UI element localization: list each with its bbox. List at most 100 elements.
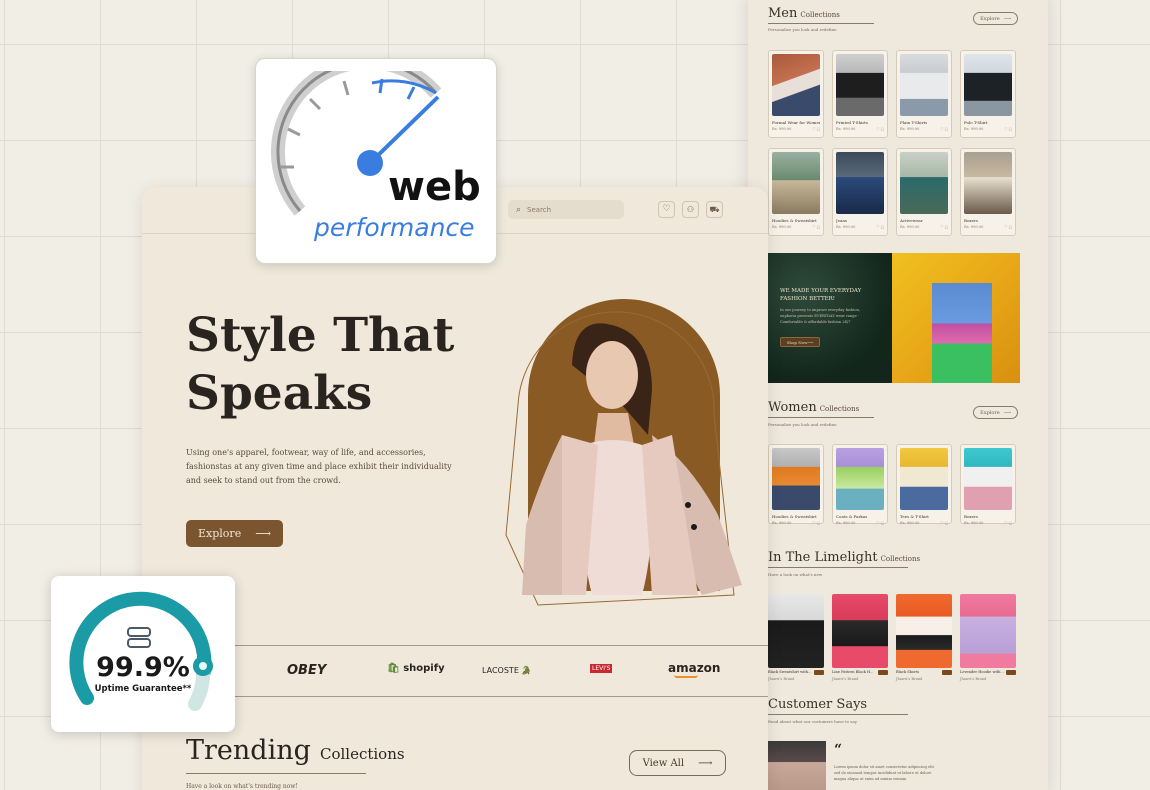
wishlist-icon[interactable]: ♡ ▢ (940, 521, 948, 525)
web-performance-card: web performance (255, 58, 497, 264)
hero-description: Using one's apparel, footwear, way of li… (186, 448, 426, 457)
product-photo (768, 594, 824, 668)
promo-banner: WE MADE YOUR EVERYDAY FASHION BETTER! In… (768, 253, 1020, 383)
product-card[interactable]: Boxers Rs. 999.00 ♡ ▢ (960, 444, 1016, 525)
product-photo (960, 594, 1016, 668)
search-icon: ⌕ (516, 204, 522, 215)
limelight-subtitle: Have a look on what's new (768, 572, 823, 577)
add-to-cart-button[interactable] (878, 670, 888, 675)
hero-title-2: Speaks (186, 366, 373, 421)
wishlist-icon[interactable]: ♡ ▢ (940, 127, 948, 131)
product-name: Levender Hoodie with... (960, 670, 1004, 674)
product-brand: Jhanvi's Brand (768, 677, 795, 681)
hero-title: Style That (186, 308, 455, 363)
product-name: Hoodies & Sweatshirt (772, 514, 817, 519)
wishlist-icon[interactable]: ♡ ▢ (1004, 225, 1012, 229)
product-card[interactable]: Activewear Rs. 999.00 ♡ ▢ (896, 148, 952, 236)
add-to-cart-button[interactable] (1006, 670, 1016, 675)
user-icon[interactable]: ⚇ (682, 201, 699, 218)
arrow-right-icon: ⟶ (698, 757, 713, 769)
shop-now-button[interactable]: Shop Now ⟶ (780, 337, 820, 347)
collections-panel: Men Collections Personalize you look and … (748, 0, 1048, 790)
add-to-cart-button[interactable] (942, 670, 952, 675)
product-card[interactable]: Polo T-Shirt Rs. 999.00 ♡ ▢ (960, 50, 1016, 138)
product-price: Rs. 999.00 (900, 521, 920, 525)
product-photo (836, 54, 884, 116)
brand-amazon: amazon (668, 661, 720, 678)
product-name: Black Shorts (896, 670, 920, 674)
cart-icon[interactable]: ⛟ (706, 201, 723, 218)
wishlist-icon[interactable]: ♡ ▢ (812, 521, 820, 525)
customer-subtitle: Read about what our customers have to sa… (768, 719, 857, 724)
women-explore-button[interactable]: Explore ⟶ (973, 406, 1018, 419)
product-price: Rs. 999.00 (964, 127, 984, 131)
product-card[interactable]: Formal Wear for Women Rs. 999.00 ♡ ▢ (768, 50, 824, 138)
product-card[interactable]: Line Pattern Black H... Jhanvi's Brand (832, 594, 888, 681)
product-photo (964, 152, 1012, 214)
product-photo (900, 54, 948, 116)
product-price: Rs. 999.00 (964, 225, 984, 229)
add-to-cart-button[interactable] (814, 670, 824, 675)
product-card[interactable]: Jeans Rs. 999.00 ♡ ▢ (832, 148, 888, 236)
product-card[interactable]: Tees & T-Shirt Rs. 999.00 ♡ ▢ (896, 444, 952, 525)
product-price: Rs. 999.00 (964, 521, 984, 525)
product-photo (964, 54, 1012, 116)
product-card[interactable]: Hoodies & Sweatshirt Rs. 999.00 ♡ ▢ (768, 148, 824, 236)
homepage-mockup: ⌕ Search ♡ ⚇ ⛟ Style That Speaks Using o… (142, 187, 768, 790)
web-label: web (388, 164, 481, 210)
uptime-value: 99.9% (96, 652, 190, 683)
banner-headline: WE MADE YOUR EVERYDAY (780, 288, 862, 294)
product-name: Hoodies & Sweatshirt (772, 218, 817, 223)
wishlist-icon[interactable]: ♡ ▢ (1004, 521, 1012, 525)
product-card[interactable]: Black Shorts Jhanvi's Brand (896, 594, 952, 681)
arrow-right-icon: ⟶ (255, 527, 271, 540)
product-name: Plain T-Shirts (900, 120, 928, 125)
product-name: Line Pattern Black H... (832, 670, 874, 674)
wishlist-icon[interactable]: ♡ (658, 201, 675, 218)
men-explore-button[interactable]: Explore ⟶ (973, 12, 1018, 25)
product-card[interactable]: Boxers Rs. 999.00 ♡ ▢ (960, 148, 1016, 236)
product-photo (896, 594, 952, 668)
hero-image (505, 299, 742, 606)
product-price: Rs. 999.00 (836, 127, 856, 131)
product-price: Rs. 999.00 (772, 127, 792, 131)
uptime-label: Uptime Guarantee** (94, 684, 192, 694)
explore-button[interactable]: Explore ⟶ (186, 520, 283, 547)
product-price: Rs. 999.00 (836, 521, 856, 525)
product-name: Printed T-Shirts (836, 120, 868, 125)
product-card[interactable]: Levender Hoodie with... Jhanvi's Brand (960, 594, 1016, 681)
server-icon (127, 627, 151, 648)
product-brand: Jhanvi's Brand (896, 677, 923, 681)
product-card[interactable]: Hoodies & Sweatshirt Rs. 999.00 ♡ ▢ (768, 444, 824, 525)
wishlist-icon[interactable]: ♡ ▢ (812, 127, 820, 131)
view-all-button[interactable]: View All ⟶ (629, 750, 726, 776)
customer-heading: Customer Says (768, 697, 868, 712)
banner-photo (892, 253, 1020, 383)
product-photo (900, 152, 948, 214)
product-price: Rs. 999.00 (836, 225, 856, 229)
product-name: Activewear (900, 218, 923, 223)
product-name: Tees & T-Shirt (900, 514, 929, 519)
wishlist-icon[interactable]: ♡ ▢ (812, 225, 820, 229)
product-name: Coats & Parkas (836, 514, 868, 519)
uptime-guarantee-card: 99.9% Uptime Guarantee** (51, 576, 235, 732)
men-subtitle: Personalize you look and redefine (768, 27, 837, 32)
product-card[interactable]: Printed T-Shirts Rs. 999.00 ♡ ▢ (832, 50, 888, 138)
product-photo (772, 54, 820, 116)
product-name: Black Sweatshirt with... (768, 670, 812, 674)
quote-icon: “ (834, 742, 843, 758)
wishlist-icon[interactable]: ♡ ▢ (876, 521, 884, 525)
product-photo (836, 448, 884, 510)
product-card[interactable]: Coats & Parkas Rs. 999.00 ♡ ▢ (832, 444, 888, 525)
wishlist-icon[interactable]: ♡ ▢ (876, 127, 884, 131)
product-price: Rs. 999.00 (772, 225, 792, 229)
product-photo (964, 448, 1012, 510)
product-card[interactable]: Black Sweatshirt with... Jhanvi's Brand (768, 594, 824, 681)
wishlist-icon[interactable]: ♡ ▢ (1004, 127, 1012, 131)
wishlist-icon[interactable]: ♡ ▢ (876, 225, 884, 229)
wishlist-icon[interactable]: ♡ ▢ (940, 225, 948, 229)
search-input[interactable]: ⌕ Search (508, 200, 624, 219)
product-card[interactable]: Plain T-Shirts Rs. 999.00 ♡ ▢ (896, 50, 952, 138)
product-price: Rs. 999.00 (900, 225, 920, 229)
limelight-heading: In The Limelight Collections (768, 550, 921, 565)
